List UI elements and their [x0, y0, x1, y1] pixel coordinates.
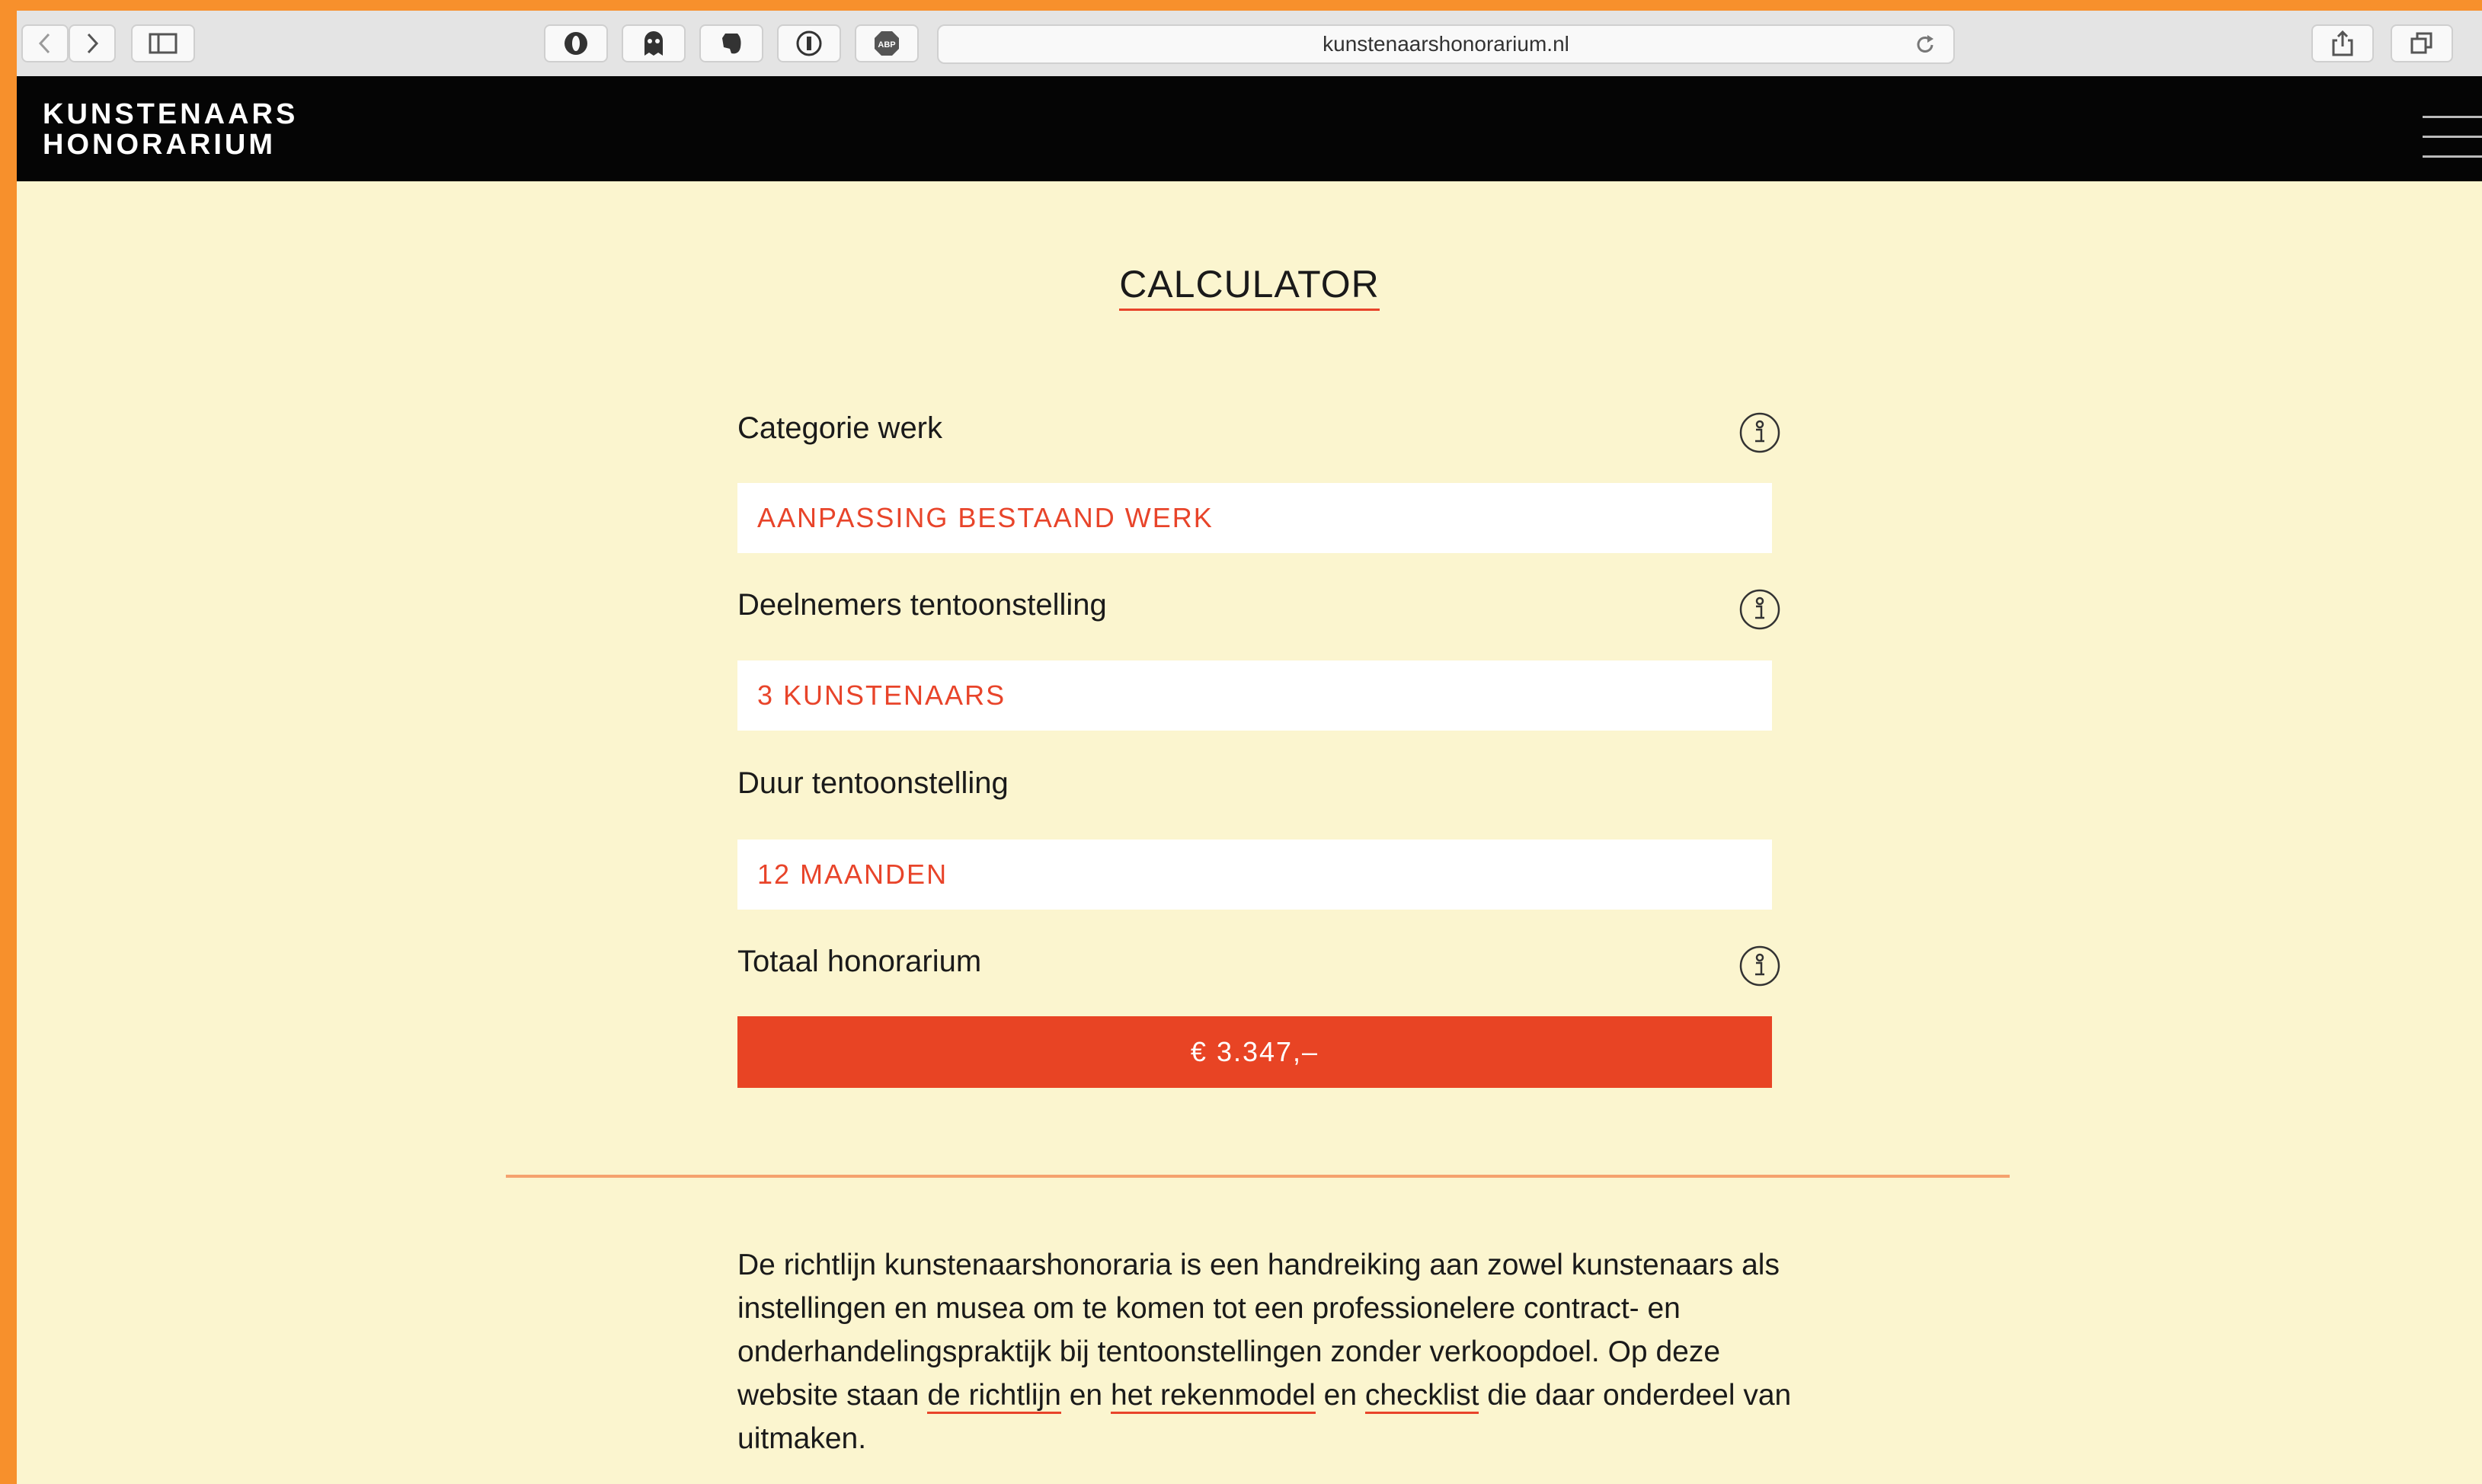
select-deelnemers[interactable]: 3 KUNSTENAARS	[737, 660, 1772, 731]
select-categorie-werk[interactable]: AANPASSING BESTAAND WERK	[737, 483, 1772, 553]
intro-sep-1: en	[1060, 1379, 1111, 1412]
info-icon[interactable]	[1738, 411, 1781, 454]
label-totaal: Totaal honorarium	[737, 945, 982, 978]
label-deelnemers: Deelnemers tentoonstelling	[737, 588, 1107, 622]
svg-text:ABP: ABP	[878, 40, 895, 50]
extension-button-4[interactable]	[777, 24, 841, 62]
evernote-icon	[722, 34, 741, 54]
extension-button-1[interactable]	[544, 24, 608, 62]
share-button[interactable]	[2311, 24, 2374, 62]
label-duur: Duur tentoonstelling	[737, 766, 1009, 800]
site-logo[interactable]: KUNSTENAARS HONORARIUM	[43, 99, 298, 160]
link-de-richtlijn[interactable]: de richtlijn	[927, 1379, 1061, 1414]
extension-button-3[interactable]	[699, 24, 763, 62]
reload-icon[interactable]	[1914, 34, 1937, 56]
tabs-button[interactable]	[2391, 24, 2453, 62]
label-categorie-werk: Categorie werk	[737, 411, 943, 445]
adblock-plus-icon: ABP	[875, 31, 899, 56]
extension-button-2[interactable]	[622, 24, 686, 62]
link-checklist[interactable]: checklist	[1364, 1379, 1479, 1414]
page-title: CALCULATOR	[17, 262, 2482, 311]
info-icon[interactable]	[1738, 588, 1781, 631]
intro-paragraph: De richtlijn kunstenaarshonoraria is een…	[737, 1243, 1804, 1460]
sidebar-icon	[149, 33, 178, 54]
logo-line-2: HONORARIUM	[43, 129, 276, 161]
menu-icon[interactable]	[2423, 116, 2482, 158]
extension-button-5[interactable]: ABP	[855, 24, 919, 62]
total-honorarium: € 3.347,–	[737, 1016, 1772, 1088]
logo-line-1: KUNSTENAARS	[43, 98, 299, 130]
divider	[506, 1175, 2010, 1178]
chevron-left-icon	[38, 33, 50, 54]
url-text: kunstenaarshonorarium.nl	[1323, 32, 1569, 56]
info-icon[interactable]	[1738, 945, 1781, 987]
page-title-text: CALCULATOR	[1119, 263, 1380, 311]
address-bar[interactable]: kunstenaarshonorarium.nl	[937, 24, 1955, 64]
site-header: KUNSTENAARS HONORARIUM	[17, 76, 2482, 181]
ghostery-icon	[644, 31, 663, 56]
browser-toolbar: ABP kunstenaarshonorarium.nl	[17, 11, 2482, 78]
tabs-icon	[2410, 32, 2432, 54]
page: ABP kunstenaarshonorarium.nl KUNSTENAARS…	[17, 11, 2482, 1484]
forward-button[interactable]	[69, 24, 116, 62]
link-rekenmodel[interactable]: het rekenmodel	[1110, 1379, 1316, 1414]
chevron-right-icon	[87, 33, 99, 54]
privacy-badger-icon	[565, 32, 587, 55]
select-duur[interactable]: 12 MAANDEN	[737, 840, 1772, 910]
1password-icon	[796, 30, 822, 56]
share-icon	[2332, 30, 2353, 56]
back-button[interactable]	[21, 24, 69, 62]
intro-sep-2: en	[1315, 1379, 1365, 1412]
sidebar-button[interactable]	[131, 24, 195, 62]
